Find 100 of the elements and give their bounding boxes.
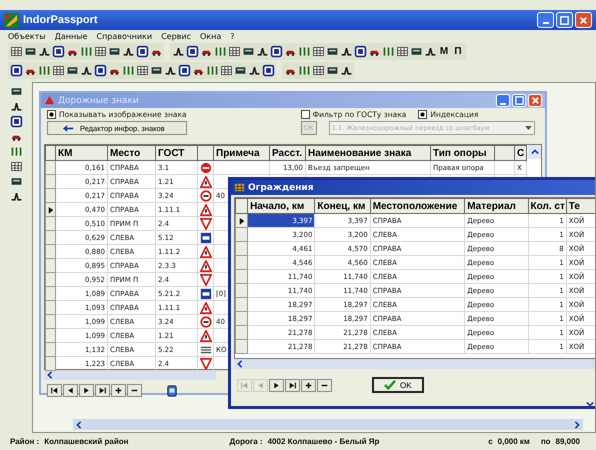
grid-icon bbox=[234, 182, 245, 193]
scroll-left-icon bbox=[46, 371, 54, 379]
checkbox[interactable] bbox=[47, 110, 56, 119]
menu-item[interactable]: Объекты bbox=[8, 32, 46, 40]
menu-item[interactable]: Данные bbox=[54, 32, 88, 40]
maximize-icon bbox=[559, 14, 570, 26]
column-header: Кол. ст bbox=[530, 200, 565, 212]
column-header: Примеча bbox=[216, 148, 260, 158]
line-icon bbox=[340, 64, 352, 77]
arrow-icon bbox=[62, 124, 74, 132]
toolbar-button[interactable] bbox=[9, 63, 23, 78]
navigator-button[interactable] bbox=[301, 378, 316, 392]
toolbar-button[interactable] bbox=[51, 44, 65, 59]
toolbar-button[interactable] bbox=[261, 63, 275, 78]
navigator-button[interactable] bbox=[63, 384, 78, 397]
menu-item[interactable]: Сервис bbox=[161, 32, 191, 40]
grid-icon bbox=[312, 45, 324, 58]
line-icon bbox=[424, 45, 436, 58]
scrollbar[interactable] bbox=[44, 370, 216, 380]
scroll-left-icon bbox=[236, 360, 244, 368]
column-header: Место bbox=[110, 148, 140, 158]
toolbar-button[interactable] bbox=[9, 44, 23, 59]
navigator-button[interactable] bbox=[95, 384, 110, 397]
window-icon bbox=[178, 64, 190, 77]
app-logo-icon bbox=[4, 12, 19, 28]
grid-icon bbox=[94, 45, 106, 58]
window-title: IndorPassport bbox=[23, 14, 99, 26]
column-header: КМ bbox=[58, 148, 72, 158]
row-header[interactable] bbox=[46, 202, 56, 216]
line-icon bbox=[10, 100, 22, 113]
bars-icon bbox=[214, 45, 226, 58]
toolbar-button[interactable] bbox=[185, 44, 199, 59]
window-icon bbox=[10, 64, 22, 77]
row-header[interactable] bbox=[236, 214, 248, 228]
ok-button[interactable]: OK bbox=[372, 377, 424, 393]
toolbar-button[interactable] bbox=[135, 63, 149, 78]
toolbar-button[interactable] bbox=[311, 44, 325, 59]
menu-item[interactable]: ? bbox=[230, 32, 234, 40]
navigator-button[interactable] bbox=[285, 378, 300, 392]
toolbar-button[interactable] bbox=[135, 44, 149, 59]
toolbar-button[interactable] bbox=[177, 63, 191, 78]
navigator-button[interactable] bbox=[79, 384, 94, 397]
toolbar-button[interactable] bbox=[227, 44, 241, 59]
minimize-icon bbox=[500, 102, 506, 104]
menu-item[interactable]: Справочники bbox=[96, 32, 152, 40]
window-title: Ограждения bbox=[248, 182, 314, 192]
scroll-right-icon bbox=[573, 420, 581, 428]
navigator-button[interactable] bbox=[127, 384, 142, 397]
scrollbar[interactable] bbox=[73, 419, 583, 430]
column-header: ГОСТ bbox=[158, 148, 184, 158]
maximize-button[interactable] bbox=[556, 12, 573, 28]
window-icon bbox=[10, 115, 22, 128]
checkbox[interactable] bbox=[418, 110, 428, 119]
maximize-icon bbox=[514, 95, 524, 106]
toolbar-button[interactable] bbox=[311, 63, 325, 78]
toolbar-button[interactable] bbox=[51, 63, 65, 78]
column-header: Тип опоры bbox=[433, 148, 487, 158]
line-icon bbox=[172, 45, 184, 58]
grid-icon bbox=[312, 64, 324, 77]
column-header: Расст. bbox=[272, 148, 302, 158]
toolbar-button[interactable] bbox=[353, 44, 367, 59]
menu-item[interactable]: Окна bbox=[200, 32, 222, 40]
toolbar-button[interactable] bbox=[269, 44, 283, 59]
toolbar-button[interactable] bbox=[395, 44, 409, 59]
grid-icon bbox=[136, 64, 148, 77]
grid-icon bbox=[220, 64, 232, 77]
toolbar-button[interactable] bbox=[9, 159, 23, 174]
scroll-down-icon bbox=[586, 400, 594, 408]
navigator-button[interactable] bbox=[111, 384, 126, 397]
toolbar-button[interactable] bbox=[93, 44, 107, 59]
bars-icon bbox=[122, 64, 134, 77]
toolbar-button[interactable] bbox=[219, 63, 233, 78]
next-icon bbox=[82, 386, 91, 395]
minimize-button[interactable] bbox=[537, 12, 554, 28]
toolbar-button[interactable]: M bbox=[437, 44, 451, 59]
scrollbar[interactable] bbox=[528, 145, 541, 159]
scrollbar[interactable] bbox=[234, 359, 595, 369]
grid-icon bbox=[396, 45, 408, 58]
checkbox[interactable] bbox=[300, 110, 310, 119]
toolbar-button[interactable] bbox=[93, 63, 107, 78]
column-header: Наименование знака bbox=[308, 148, 412, 158]
window-icon bbox=[354, 45, 366, 58]
close-button[interactable] bbox=[575, 12, 592, 28]
navigator-button[interactable] bbox=[47, 384, 62, 397]
scroll-up-icon bbox=[530, 148, 538, 156]
window-icon bbox=[94, 64, 106, 77]
window-icon bbox=[136, 45, 148, 58]
line-icon bbox=[10, 190, 22, 203]
window-icon bbox=[52, 45, 64, 58]
toolbar-button[interactable] bbox=[9, 114, 23, 129]
scrollbar[interactable] bbox=[585, 399, 595, 409]
dropdown-arrow-icon bbox=[524, 126, 532, 130]
scroll-left-icon bbox=[75, 420, 83, 428]
line-icon bbox=[340, 45, 352, 58]
toolbar-button[interactable]: П bbox=[451, 44, 465, 59]
status-label: по bbox=[540, 437, 551, 446]
navigator-button[interactable] bbox=[269, 378, 284, 392]
bars-icon bbox=[38, 64, 50, 77]
navigator-button[interactable] bbox=[317, 378, 332, 392]
plus-icon bbox=[114, 386, 123, 395]
